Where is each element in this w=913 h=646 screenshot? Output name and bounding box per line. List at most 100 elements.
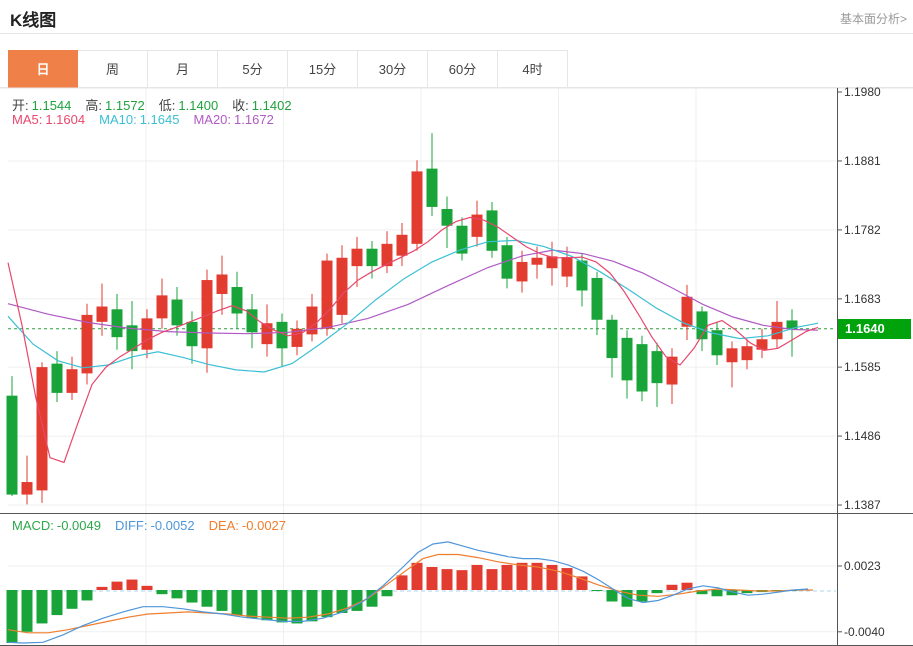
candle-body: [112, 309, 123, 337]
macd-histogram-bar: [217, 590, 228, 611]
candle-body: [427, 169, 438, 207]
candle-body: [607, 320, 618, 358]
ohlc-open-value: 1.1544: [32, 98, 72, 113]
macd-histogram-bar: [487, 569, 498, 590]
legend-ma20-label: MA20:: [193, 112, 231, 127]
candle-body: [22, 482, 33, 495]
current-price-badge: 1.1640: [838, 319, 911, 339]
macd-histogram-bar: [457, 570, 468, 590]
price-axis-label: 1.1486: [844, 429, 881, 443]
candle-body: [367, 249, 378, 266]
legend-dea-label: DEA:: [209, 518, 239, 533]
candle-body: [442, 209, 453, 226]
candle-body: [577, 261, 588, 291]
candle-body: [397, 235, 408, 256]
candle-body: [637, 344, 648, 391]
candle-body: [562, 257, 573, 277]
macd-histogram-bar: [652, 590, 663, 593]
macd-histogram-bar: [592, 590, 603, 591]
macd-histogram-bar: [172, 590, 183, 598]
macd-histogram-bar: [82, 590, 93, 600]
macd-histogram-bar: [97, 587, 108, 590]
candle-body: [172, 300, 183, 326]
ma-legend: MA5:1.1604 MA10:1.1645 MA20:1.1672: [12, 112, 288, 127]
legend-ma5-label: MA5:: [12, 112, 42, 127]
macd-histogram-bar: [352, 590, 363, 611]
macd-histogram-bar: [472, 565, 483, 590]
candle-body: [322, 261, 333, 329]
candle-body: [757, 339, 768, 349]
price-axis-label: 1.1585: [844, 360, 881, 374]
macd-histogram-bar: [187, 590, 198, 603]
candle-body: [622, 338, 633, 380]
candle-body: [532, 258, 543, 265]
legend-ma10-label: MA10:: [99, 112, 137, 127]
candle-body: [7, 396, 18, 495]
candle-body: [592, 278, 603, 320]
legend-ma5-value: 1.1604: [45, 112, 85, 127]
macd-histogram-bar: [382, 590, 393, 596]
macd-histogram-bar: [262, 590, 273, 620]
candle-body: [67, 369, 78, 393]
macd-histogram-bar: [202, 590, 213, 607]
candle-body: [352, 249, 363, 266]
price-axis-label: 1.1980: [844, 85, 881, 99]
legend-macd-value: -0.0049: [57, 518, 101, 533]
candle-body: [187, 322, 198, 346]
macd-histogram-bar: [157, 590, 168, 594]
candle-body: [52, 364, 63, 393]
price-axis-label: 1.1683: [844, 292, 881, 306]
macd-histogram-bar: [502, 565, 513, 590]
candle-body: [652, 351, 663, 383]
ohlc-close-label: 收:: [232, 98, 249, 113]
macd-histogram-bar: [517, 563, 528, 590]
macd-histogram-bar: [562, 568, 573, 590]
macd-axis-label: -0.0040: [844, 625, 885, 639]
candle-body: [97, 307, 108, 322]
price-axis-label: 1.1387: [844, 498, 881, 512]
candle-body: [337, 258, 348, 315]
macd-histogram-bar: [67, 590, 78, 609]
macd-histogram-bar: [52, 590, 63, 615]
legend-ma20-value: 1.1672: [234, 112, 274, 127]
candle-body: [487, 210, 498, 250]
macd-axis-label: 0.0023: [844, 559, 881, 573]
candle-body: [142, 318, 153, 349]
legend-ma10-value: 1.1645: [140, 112, 180, 127]
legend-dea-value: -0.0027: [242, 518, 286, 533]
macd-histogram-bar: [607, 590, 618, 601]
candle-body: [217, 274, 228, 294]
macd-histogram-bar: [397, 575, 408, 590]
macd-histogram-bar: [22, 590, 33, 632]
macd-histogram-bar: [37, 590, 48, 623]
price-axis-label: 1.1782: [844, 223, 881, 237]
ohlc-low-value: 1.1400: [178, 98, 218, 113]
macd-histogram-bar: [667, 585, 678, 590]
legend-macd-label: MACD:: [12, 518, 54, 533]
candle-body: [742, 346, 753, 360]
legend-diff-value: -0.0052: [150, 518, 194, 533]
macd-histogram-bar: [232, 590, 243, 615]
macd-legend: MACD:-0.0049 DIFF:-0.0052 DEA:-0.0027: [12, 518, 300, 533]
macd-histogram-bar: [712, 590, 723, 596]
macd-histogram-bar: [127, 580, 138, 590]
macd-histogram-bar: [442, 569, 453, 590]
candle-body: [157, 295, 168, 318]
macd-histogram-bar: [142, 586, 153, 590]
macd-histogram-bar: [7, 590, 18, 643]
macd-histogram-bar: [427, 567, 438, 590]
candle-body: [412, 171, 423, 243]
ohlc-low-label: 低:: [159, 98, 176, 113]
candle-body: [772, 322, 783, 339]
macd-histogram-bar: [112, 582, 123, 590]
macd-histogram-bar: [247, 590, 258, 618]
ohlc-high-value: 1.1572: [105, 98, 145, 113]
candle-body: [727, 348, 738, 362]
price-axis-label: 1.1881: [844, 154, 881, 168]
macd-histogram-bar: [412, 563, 423, 590]
ohlc-close-value: 1.1402: [252, 98, 292, 113]
candle-body: [517, 262, 528, 282]
ohlc-high-label: 高:: [85, 98, 102, 113]
candle-body: [82, 315, 93, 374]
legend-diff-label: DIFF:: [115, 518, 148, 533]
